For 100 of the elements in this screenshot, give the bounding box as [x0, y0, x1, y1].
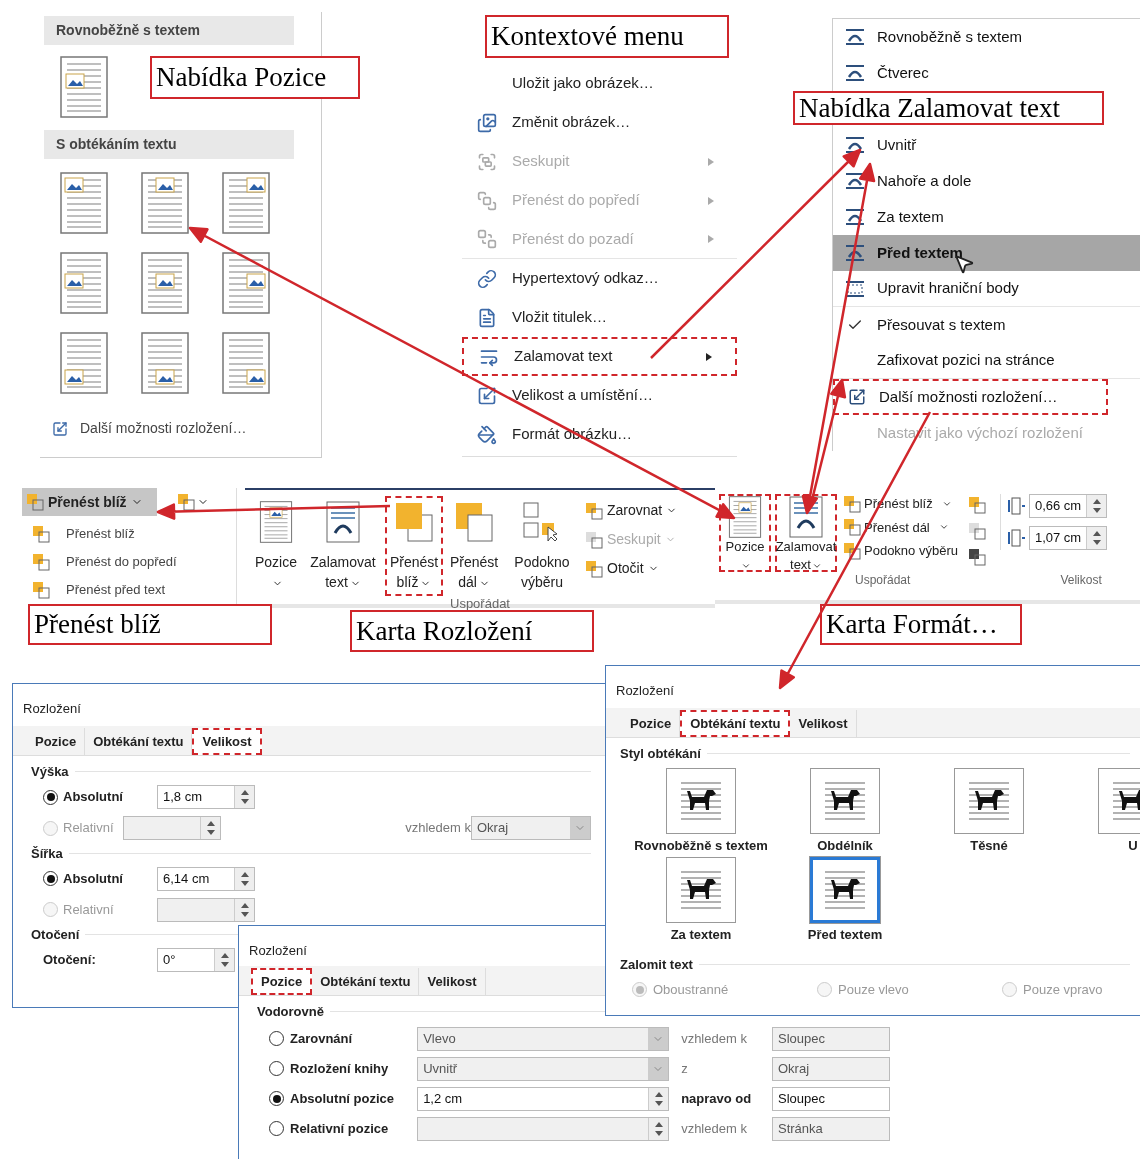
layout-option-icon[interactable] — [60, 332, 108, 394]
spin-field[interactable]: 1,8 cm — [157, 785, 255, 809]
spin-field[interactable]: 0° — [157, 948, 235, 972]
radio-label: Pouze vlevo — [838, 981, 909, 999]
submenu-item[interactable]: Před textem — [833, 235, 1140, 271]
align-icon — [967, 496, 986, 514]
layout-options-icon — [848, 388, 866, 406]
wrap-style-label: Rovnoběžně s textem — [634, 836, 768, 855]
radio-label: Relativní — [63, 900, 114, 919]
dropdown-item[interactable]: Přenést blíž — [22, 520, 236, 548]
spin-field[interactable]: 6,14 cm — [157, 866, 255, 891]
callout-label: Nabídka Zalamovat text — [793, 91, 1104, 125]
spin-field[interactable]: 1,07 cm — [1028, 526, 1107, 550]
arrange-icon — [585, 530, 603, 549]
layout-option-icon[interactable] — [222, 332, 270, 394]
wrap-style-option[interactable] — [666, 767, 736, 834]
section-title: Vodorovně — [257, 1003, 324, 1021]
context-menu-item[interactable]: Vložit titulek… — [462, 298, 737, 337]
spinner-arrows-icon[interactable] — [653, 1090, 664, 1107]
wrap-style-label: U — [1128, 836, 1138, 855]
section-title: Otočení — [31, 926, 80, 944]
dropdown-item[interactable]: Přenést před text — [22, 576, 236, 604]
layout-option-icon[interactable] — [60, 56, 108, 118]
page-wrap-icon — [326, 501, 360, 543]
ribbon-button[interactable]: Přenést blíž — [385, 496, 443, 596]
wrap-style-option[interactable] — [810, 767, 880, 834]
submenu-arrow-icon — [707, 234, 715, 244]
layout-option-icon[interactable] — [60, 172, 108, 234]
spinner-arrows-icon[interactable] — [239, 870, 250, 887]
layout-option-icon[interactable] — [60, 252, 108, 314]
submenu-item[interactable]: Přesouvat s textem — [833, 307, 1140, 343]
dialog-title: Rozložení — [616, 683, 674, 698]
dialog-title: Rozložení — [249, 943, 307, 958]
radio-label: Absolutní — [63, 869, 123, 888]
height-icon — [1006, 497, 1025, 515]
field-label: Otočení: — [43, 951, 96, 970]
radio-button[interactable] — [43, 871, 58, 886]
ribbon-small-button[interactable]: Zarovnat — [585, 500, 678, 521]
context-menu-item[interactable]: Uložit jako obrázek… — [462, 64, 737, 103]
more-layout-options-link[interactable]: Další možnosti rozložení… — [52, 418, 317, 439]
wrap-style-option[interactable] — [954, 767, 1024, 834]
wrap-style-option[interactable] — [810, 857, 880, 923]
ribbon-group-label: Uspořádat — [450, 596, 510, 612]
spinner-arrows-icon[interactable] — [1091, 498, 1102, 514]
radio-button[interactable] — [269, 1091, 284, 1106]
layout-options-icon — [52, 420, 68, 437]
arrange-icon — [585, 501, 603, 520]
submenu-item[interactable]: Rovnoběžně s textem — [833, 19, 1140, 55]
page-picture-icon[interactable] — [728, 496, 762, 538]
page-picture-icon[interactable] — [259, 501, 293, 543]
wrap-style-option[interactable] — [666, 857, 736, 923]
bring-forward-icon — [477, 190, 497, 211]
dialog-tab[interactable]: Pozice — [251, 968, 313, 995]
arrange-icon — [843, 494, 861, 513]
radio-label: Absolutní pozice — [290, 1089, 394, 1108]
wrap-style-icon — [844, 172, 866, 190]
bring-forward-icon — [26, 493, 44, 511]
arrange-icon — [843, 518, 861, 537]
send-backward-icon — [477, 229, 497, 249]
field-label: z — [681, 1059, 689, 1078]
ribbon-button[interactable]: Pozice — [251, 496, 301, 596]
callout-label: Karta Formát… — [820, 604, 1022, 645]
align-dropdown-button[interactable] — [177, 493, 209, 511]
layout-option-icon[interactable] — [222, 252, 270, 314]
ribbon-small-button[interactable]: Otočit — [585, 558, 678, 579]
back-square-icon — [454, 501, 494, 543]
radio-label: Rozložení knihy — [290, 1059, 389, 1078]
layout-option-icon[interactable] — [141, 252, 189, 314]
radio-button[interactable] — [43, 789, 58, 805]
submenu-arrow-icon — [707, 195, 715, 206]
bring-forward-button[interactable]: Přenést blíž — [22, 488, 157, 516]
section-title: Styl obtékání — [620, 745, 701, 763]
spin-field[interactable]: 0,66 cm — [1028, 494, 1107, 518]
context-menu-item[interactable]: Hypertextový odkaz… — [462, 259, 737, 298]
ribbon-button[interactable]: Podokno výběru — [505, 496, 579, 596]
dialog-tab[interactable]: Velikost — [192, 728, 262, 755]
spinner-arrows-icon[interactable] — [1091, 530, 1102, 546]
submenu-item[interactable]: Nahoře a dole — [833, 163, 1140, 199]
section-title: Výška — [31, 763, 69, 781]
wrap-style-label: Za textem — [670, 926, 732, 944]
ribbon-button[interactable]: Pozice — [719, 494, 771, 572]
ribbon-button[interactable]: Přenést dál — [445, 496, 503, 596]
layout-option-icon[interactable] — [141, 332, 189, 394]
spin-field[interactable]: 1,2 cm — [417, 1086, 670, 1111]
spinner-arrows-icon[interactable] — [239, 789, 250, 805]
layout-option-icon[interactable] — [222, 172, 270, 234]
callout-label: Přenést blíž — [28, 604, 272, 645]
radio-label: Relativní — [63, 819, 114, 838]
dropdown-item[interactable]: Přenést do popředí — [22, 548, 236, 576]
submenu-arrow-icon — [707, 156, 715, 167]
spin-field[interactable]: Sloupec — [772, 1086, 890, 1111]
layout-option-icon[interactable] — [141, 172, 189, 234]
dialog-tab[interactable]: Obtékání textu — [680, 710, 791, 737]
submenu-item[interactable]: Čtverec — [833, 55, 1140, 91]
radio-label: Absolutní — [63, 788, 123, 807]
group-icon — [967, 522, 986, 540]
spinner-arrows-icon[interactable] — [219, 952, 230, 968]
section-title: Šířka — [31, 844, 63, 863]
wrap-style-icon — [844, 28, 866, 46]
context-menu-item[interactable]: Změnit obrázek… — [462, 103, 737, 142]
